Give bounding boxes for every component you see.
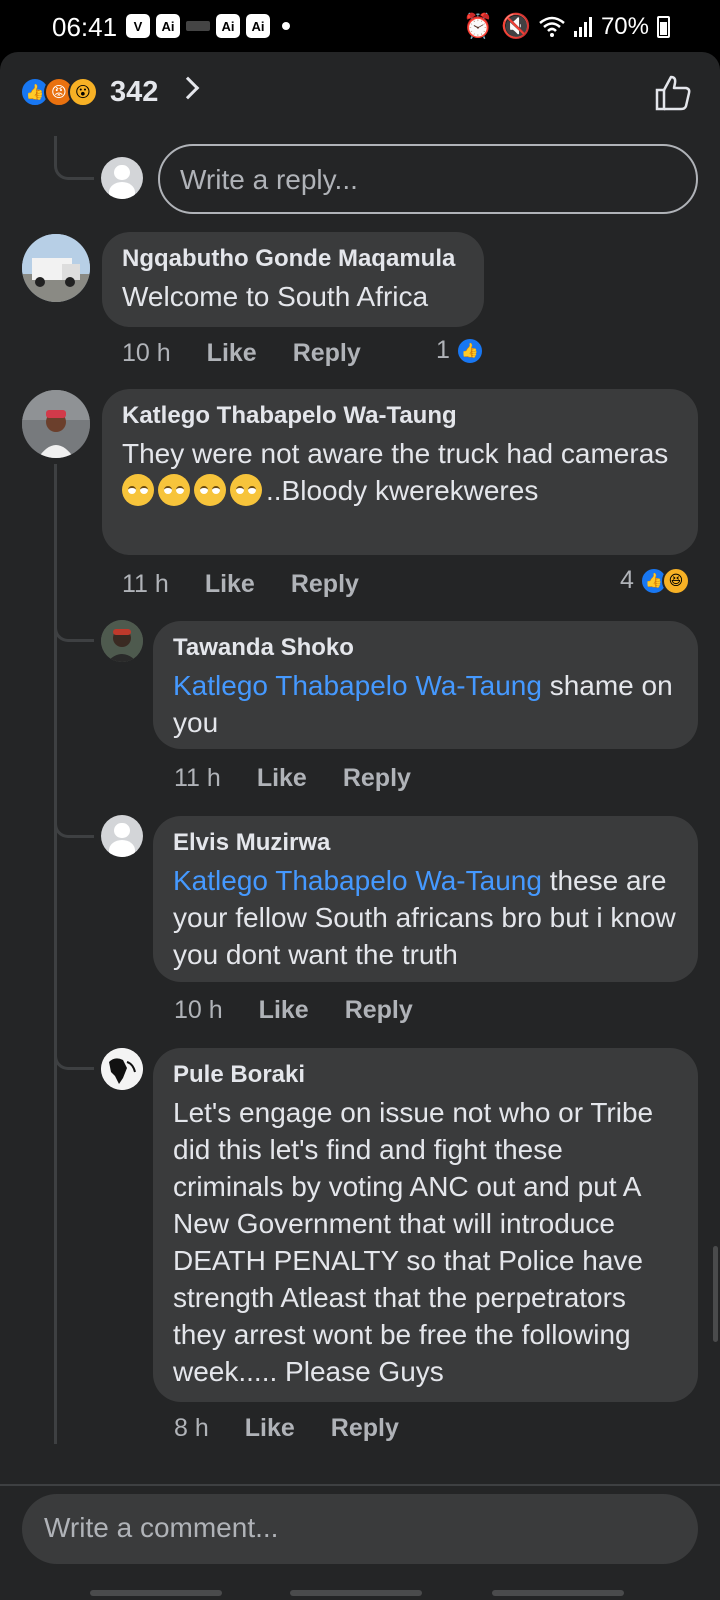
reaction-count: 1 bbox=[436, 336, 450, 364]
like-button[interactable]: Like bbox=[259, 996, 309, 1025]
reply-button[interactable]: Reply bbox=[291, 570, 359, 599]
thread-connector bbox=[54, 796, 94, 838]
comment-time: 10 h bbox=[174, 996, 223, 1024]
comment-text: Welcome to South Africa bbox=[122, 281, 429, 312]
comment-text: Katlego Thabapelo Wa-Taung shame on you bbox=[173, 667, 678, 741]
notification-icons: V Ai Ai Ai bbox=[126, 14, 290, 38]
comments-panel: 👍 😡 😮 342 Write a reply... Ngqabutho Gon… bbox=[0, 52, 720, 1600]
avatar[interactable] bbox=[101, 1048, 143, 1090]
comment-reactions[interactable]: 1 👍 bbox=[436, 336, 484, 365]
alarm-icon: ⏰ bbox=[463, 13, 494, 40]
nav-home-handle[interactable] bbox=[290, 1590, 422, 1596]
comment-text: Let's engage on issue not who or Tribe d… bbox=[173, 1097, 654, 1387]
thread-connector bbox=[54, 136, 94, 180]
reply-button[interactable]: Reply bbox=[293, 339, 361, 368]
comment-author[interactable]: Pule Boraki bbox=[173, 1060, 678, 1090]
comment-reactions[interactable]: 4 👍 😆 bbox=[620, 566, 690, 595]
comment-actions: 10 h Like Reply bbox=[122, 339, 361, 368]
comment-text-end: ..Bloody kwerekweres bbox=[266, 475, 539, 506]
battery-icon bbox=[657, 15, 670, 38]
more-notifications-icon bbox=[282, 22, 290, 30]
like-button[interactable]: Like bbox=[207, 339, 257, 368]
reply-input[interactable]: Write a reply... bbox=[158, 144, 698, 214]
comment-author[interactable]: Tawanda Shoko bbox=[173, 633, 678, 663]
battery-percent: 70% bbox=[600, 12, 649, 40]
comment-actions: 10 h Like Reply bbox=[174, 996, 413, 1025]
nav-recent-handle[interactable] bbox=[492, 1590, 624, 1596]
comment-author[interactable]: Katlego Thabapelo Wa-Taung bbox=[122, 401, 678, 431]
eye-roll-emoji-icon bbox=[122, 474, 154, 506]
comment-author[interactable]: Ngqabutho Gonde Maqamula bbox=[122, 244, 464, 274]
like-button[interactable]: Like bbox=[257, 764, 307, 793]
comment-bubble[interactable]: Katlego Thabapelo Wa-Taung They were not… bbox=[102, 389, 698, 555]
thread-connector bbox=[54, 600, 94, 642]
comment-input[interactable]: Write a comment... bbox=[22, 1494, 698, 1564]
like-button[interactable]: Like bbox=[205, 570, 255, 599]
eye-roll-emoji-icon bbox=[158, 474, 190, 506]
comment-text: They were not aware the truck had camera… bbox=[122, 435, 678, 509]
vpn-icon: V bbox=[126, 14, 150, 38]
thread-connector bbox=[54, 1028, 94, 1070]
comment-actions: 11 h Like Reply bbox=[174, 764, 411, 793]
like-button[interactable]: Like bbox=[245, 1414, 295, 1443]
reply-button[interactable]: Reply bbox=[345, 996, 413, 1025]
comment-bubble[interactable]: Tawanda Shoko Katlego Thabapelo Wa-Taung… bbox=[153, 621, 698, 749]
comment-text-start: They were not aware the truck had camera… bbox=[122, 438, 669, 469]
status-bar: 06:41 V Ai Ai Ai ⏰ 🔇 70% bbox=[0, 0, 720, 52]
app-notification-icon bbox=[186, 21, 210, 31]
eye-roll-emoji-icon bbox=[194, 474, 226, 506]
ai-icon: Ai bbox=[246, 14, 270, 38]
comment-text: Katlego Thabapelo Wa-Taung these are you… bbox=[173, 862, 678, 973]
scrollbar[interactable] bbox=[713, 1246, 718, 1342]
nav-back-handle[interactable] bbox=[90, 1590, 222, 1596]
comment-actions: 11 h Like Reply bbox=[122, 570, 359, 599]
signal-icon bbox=[573, 16, 592, 37]
divider bbox=[0, 1484, 720, 1486]
like-post-icon[interactable] bbox=[654, 74, 692, 112]
chevron-right-icon[interactable] bbox=[176, 76, 200, 100]
avatar[interactable] bbox=[22, 234, 90, 302]
comment-time: 8 h bbox=[174, 1414, 209, 1442]
mention-link[interactable]: Katlego Thabapelo Wa-Taung bbox=[173, 670, 542, 701]
eye-roll-emoji-icon bbox=[230, 474, 262, 506]
avatar[interactable] bbox=[101, 620, 143, 662]
status-time: 06:41 bbox=[52, 12, 118, 42]
mute-icon: 🔇 bbox=[501, 13, 531, 40]
mention-link[interactable]: Katlego Thabapelo Wa-Taung bbox=[173, 865, 542, 896]
comment-bubble[interactable]: Elvis Muzirwa Katlego Thabapelo Wa-Taung… bbox=[153, 816, 698, 982]
reaction-count: 4 bbox=[620, 566, 634, 594]
comment-time: 10 h bbox=[122, 339, 171, 367]
like-reaction-icon: 👍 bbox=[455, 336, 484, 365]
comment-author[interactable]: Elvis Muzirwa bbox=[173, 828, 678, 858]
system-icons: ⏰ 🔇 70% bbox=[463, 12, 670, 41]
reply-button[interactable]: Reply bbox=[331, 1414, 399, 1443]
ai-icon: Ai bbox=[156, 14, 180, 38]
reaction-icons[interactable]: 👍 😡 😮 bbox=[20, 77, 98, 107]
comment-time: 11 h bbox=[122, 570, 169, 598]
avatar bbox=[101, 157, 143, 199]
haha-reaction-icon: 😆 bbox=[661, 566, 690, 595]
wifi-icon bbox=[539, 16, 565, 37]
reactions-header[interactable]: 👍 😡 😮 342 bbox=[0, 52, 720, 132]
avatar[interactable] bbox=[101, 815, 143, 857]
comment-time: 11 h bbox=[174, 764, 221, 792]
comment-bubble[interactable]: Ngqabutho Gonde Maqamula Welcome to Sout… bbox=[102, 232, 484, 327]
comment-actions: 8 h Like Reply bbox=[174, 1414, 399, 1443]
gesture-navigation-bar[interactable] bbox=[0, 1582, 720, 1600]
avatar[interactable] bbox=[22, 390, 90, 458]
comment-bubble[interactable]: Pule Boraki Let's engage on issue not wh… bbox=[153, 1048, 698, 1402]
reaction-count[interactable]: 342 bbox=[110, 76, 158, 109]
ai-icon: Ai bbox=[216, 14, 240, 38]
wow-reaction-icon: 😮 bbox=[68, 77, 98, 107]
reply-button[interactable]: Reply bbox=[343, 764, 411, 793]
